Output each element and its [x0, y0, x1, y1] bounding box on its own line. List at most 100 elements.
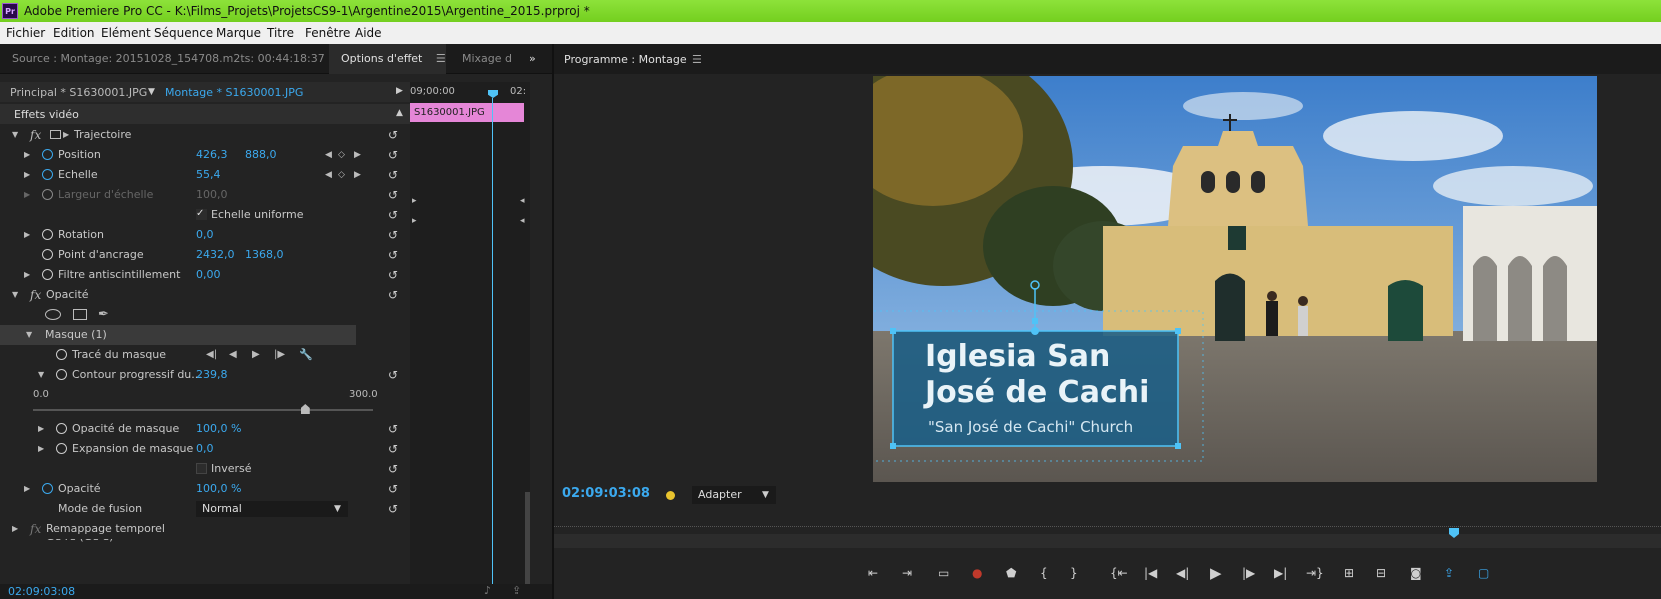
export-frame-icon[interactable]: ⇪: [512, 584, 521, 597]
playhead-marker-icon[interactable]: [488, 90, 498, 98]
reset-icon[interactable]: ↺: [388, 365, 398, 385]
expand-triangle-icon[interactable]: ▼: [12, 125, 18, 145]
rectangle-mask-icon[interactable]: [73, 309, 87, 320]
go-to-in-icon[interactable]: {⇤: [1110, 566, 1128, 580]
menu-file[interactable]: Fichier: [6, 26, 45, 40]
stopwatch-icon[interactable]: [42, 249, 53, 260]
stopwatch-icon[interactable]: [42, 149, 53, 160]
track-forward-frame-icon[interactable]: ▶: [252, 345, 260, 365]
safe-margins-icon[interactable]: ▭: [938, 566, 949, 580]
reset-icon[interactable]: ↺: [388, 499, 398, 519]
feather-slider-track[interactable]: [33, 409, 373, 411]
expand-triangle-icon[interactable]: ▼: [12, 285, 18, 305]
expand-triangle-icon[interactable]: ▶: [38, 439, 44, 459]
extract-icon[interactable]: ⊟: [1376, 566, 1386, 580]
blend-mode-select[interactable]: Normal ▼: [196, 501, 348, 517]
go-to-out-icon[interactable]: ⇥}: [1306, 566, 1324, 580]
set-in-icon[interactable]: {: [1040, 566, 1048, 580]
vertical-scrollbar[interactable]: [525, 492, 530, 592]
fx-icon[interactable]: fx: [30, 125, 41, 145]
expand-triangle-icon[interactable]: ▶: [24, 479, 30, 499]
expand-triangle-icon[interactable]: ▶: [24, 165, 30, 185]
comment-icon[interactable]: ▢: [1478, 566, 1489, 580]
menu-window[interactable]: Fenêtre: [305, 26, 350, 40]
menu-sequence[interactable]: Séquence: [154, 26, 213, 40]
record-icon[interactable]: ●: [972, 566, 982, 580]
program-timecode[interactable]: 02:09:03:08: [562, 486, 650, 501]
effect-timeline[interactable]: 09;00:00 02: S1630001.JPG ▸ ◂ ▸ ◂: [410, 82, 530, 599]
stopwatch-icon[interactable]: [56, 443, 67, 454]
tab-effect-options[interactable]: Options d'effet ☰: [329, 44, 446, 74]
stopwatch-icon[interactable]: [42, 269, 53, 280]
timeline-clip[interactable]: S1630001.JPG: [410, 103, 524, 122]
expand-triangle-icon[interactable]: ▶: [12, 519, 18, 539]
step-back-icon[interactable]: ◀|: [1176, 566, 1189, 580]
menu-marker[interactable]: Marque: [216, 26, 261, 40]
reset-icon[interactable]: ↺: [388, 459, 398, 479]
reset-icon[interactable]: ↺: [388, 165, 398, 185]
stopwatch-icon[interactable]: [42, 229, 53, 240]
expand-triangle-icon[interactable]: ▼: [38, 365, 44, 385]
lift-icon[interactable]: ⊞: [1344, 566, 1354, 580]
panel-divider[interactable]: [552, 44, 554, 599]
opacity-effect-row[interactable]: ▼ fx Opacité ↺: [0, 285, 410, 305]
expand-triangle-icon[interactable]: ▶: [24, 265, 30, 285]
reset-icon[interactable]: ↺: [388, 225, 398, 245]
reset-icon[interactable]: ↺: [388, 245, 398, 265]
tab-audio-mixer[interactable]: Mixage d: [450, 44, 524, 74]
stopwatch-icon[interactable]: [42, 169, 53, 180]
play-icon[interactable]: ▶: [1210, 564, 1222, 582]
wrench-icon[interactable]: 🔧: [299, 345, 313, 365]
program-video-frame[interactable]: Iglesia San José de Cachi "San José de C…: [873, 76, 1597, 482]
prev-keyframe-icon[interactable]: ◀: [325, 165, 332, 185]
next-keyframe-icon[interactable]: ▶: [354, 165, 361, 185]
panel-overflow-icon[interactable]: »: [525, 44, 540, 74]
panel-menu-icon[interactable]: ☰: [436, 52, 446, 65]
track-back-frame-icon[interactable]: ◀: [229, 345, 237, 365]
fit-select[interactable]: Adapter ▼: [692, 486, 776, 504]
clip-dropdown-icon[interactable]: ▼: [148, 87, 155, 97]
position-x-value[interactable]: 426,3: [196, 145, 228, 165]
add-keyframe-icon[interactable]: ◇: [338, 145, 345, 165]
set-out-icon[interactable]: }: [1070, 566, 1078, 580]
audio-scrub-icon[interactable]: ♪: [484, 584, 491, 597]
anchor-x-value[interactable]: 2432,0: [196, 245, 235, 265]
prev-keyframe-icon[interactable]: ◀: [325, 145, 332, 165]
current-time[interactable]: 02:09:03:08: [8, 585, 75, 598]
camera-icon[interactable]: ◙: [1410, 566, 1422, 580]
sequence-clip-label[interactable]: Montage * S1630001.JPG: [165, 86, 303, 99]
mask-row[interactable]: ▼ Masque (1): [0, 325, 356, 345]
go-to-start-icon[interactable]: |◀: [1144, 566, 1157, 580]
mask-expansion-value[interactable]: 0,0: [196, 439, 214, 459]
collapse-arrow-icon[interactable]: ▲: [396, 108, 403, 118]
time-remap-row[interactable]: ▶ fx Remappage temporel: [0, 519, 410, 539]
fx-icon[interactable]: fx: [30, 519, 41, 539]
add-keyframe-icon[interactable]: ◇: [338, 165, 345, 185]
tab-source[interactable]: Source : Montage: 20151028_154708.m2ts: …: [0, 44, 337, 74]
menu-clip[interactable]: Elément: [101, 26, 151, 40]
play-clip-icon[interactable]: ▶: [396, 86, 403, 96]
track-forward-icon[interactable]: |▶: [274, 345, 285, 365]
flicker-value[interactable]: 0,00: [196, 265, 221, 285]
reset-icon[interactable]: ↺: [388, 185, 398, 205]
reset-icon[interactable]: ↺: [388, 265, 398, 285]
opacity-value[interactable]: 100,0 %: [196, 479, 241, 499]
export-icon[interactable]: ⇪: [1444, 566, 1454, 580]
anchor-y-value[interactable]: 1368,0: [245, 245, 284, 265]
expand-triangle-icon[interactable]: ▶: [24, 225, 30, 245]
reset-icon[interactable]: ↺: [388, 419, 398, 439]
program-tab-title[interactable]: Programme : Montage: [564, 53, 687, 66]
expand-triangle-icon[interactable]: ▶: [38, 419, 44, 439]
menu-edit[interactable]: Edition: [53, 26, 95, 40]
stopwatch-icon[interactable]: [56, 369, 67, 380]
feather-slider-thumb[interactable]: [300, 404, 310, 414]
master-clip-label[interactable]: Principal * S1630001.JPG: [10, 86, 147, 99]
next-keyframe-icon[interactable]: ▶: [354, 145, 361, 165]
uniform-scale-checkbox[interactable]: ✓: [196, 209, 207, 220]
stopwatch-icon[interactable]: [42, 483, 53, 494]
fx-icon[interactable]: fx: [30, 285, 41, 305]
mask-opacity-value[interactable]: 100,0 %: [196, 419, 241, 439]
reset-icon[interactable]: ↺: [388, 205, 398, 225]
menu-title[interactable]: Titre: [267, 26, 294, 40]
time-ruler[interactable]: [554, 534, 1661, 548]
